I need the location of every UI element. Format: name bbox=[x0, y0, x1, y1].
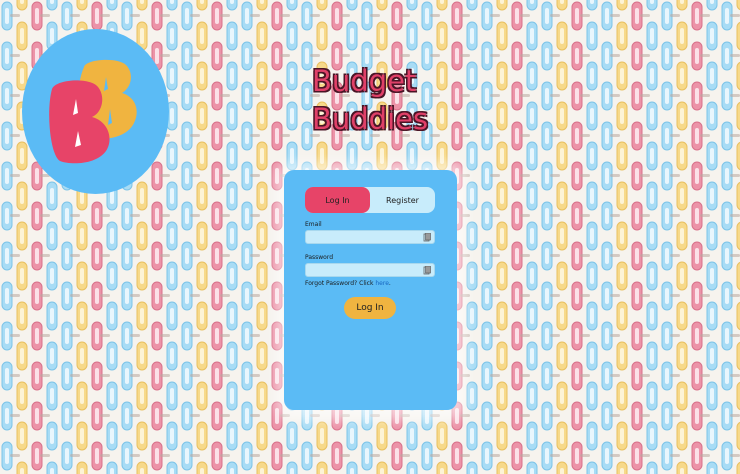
forgot-password-link[interactable]: here bbox=[375, 280, 389, 287]
logo bbox=[22, 29, 169, 194]
email-field[interactable] bbox=[305, 230, 435, 244]
password-field[interactable] bbox=[305, 263, 435, 277]
email-label: Email bbox=[305, 221, 322, 228]
password-label: Password bbox=[305, 254, 334, 261]
log-in-button[interactable]: Log In bbox=[344, 297, 396, 319]
clipboard-icon[interactable] bbox=[423, 266, 431, 275]
forgot-password-suffix: . bbox=[388, 280, 391, 287]
forgot-password-prefix: Forgot Password? Click bbox=[305, 280, 374, 287]
auth-tabs: Log In Register bbox=[305, 187, 435, 213]
tab-log-in[interactable]: Log In bbox=[305, 187, 370, 213]
title-line-1: Budget bbox=[312, 64, 417, 98]
page-title: Budget Buddies bbox=[312, 62, 428, 138]
title-line-2: Buddies bbox=[312, 102, 429, 136]
tab-register[interactable]: Register bbox=[370, 187, 435, 213]
forgot-password-text: Forgot Password? Click here. bbox=[305, 280, 391, 287]
login-card: Log In Register Email Password Forgot Pa… bbox=[284, 170, 457, 410]
clipboard-icon[interactable] bbox=[423, 233, 431, 242]
logo-graphic bbox=[49, 59, 137, 164]
